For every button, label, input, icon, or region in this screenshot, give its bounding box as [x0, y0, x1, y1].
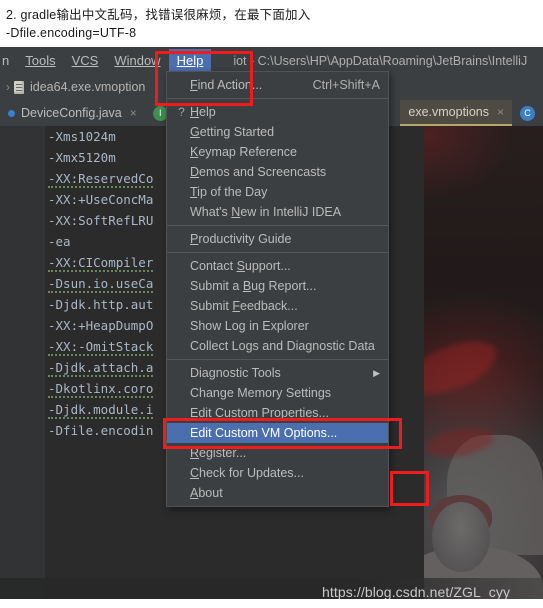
- breadcrumb-file-label[interactable]: idea64.exe.vmoption: [30, 80, 145, 94]
- menu-item-label: Keymap Reference: [190, 145, 298, 159]
- menu-item-label: Getting Started: [190, 125, 275, 139]
- menu-item-demos-and-screencasts[interactable]: Demos and Screencasts: [167, 162, 388, 182]
- menu-item-submit-feedback[interactable]: Submit Feedback...: [167, 296, 388, 316]
- chevron-right-icon: ▶: [373, 368, 380, 378]
- menu-item-label: Edit Custom VM Options...: [190, 426, 338, 440]
- menubar-item-vcs[interactable]: VCS: [64, 49, 107, 73]
- menubar-label-4: Help: [176, 52, 204, 68]
- menu-item-getting-started[interactable]: Getting Started: [167, 122, 388, 142]
- menu-item-label: Diagnostic Tools: [190, 366, 281, 380]
- menubar-item-window[interactable]: Window: [106, 49, 168, 73]
- menu-item-label: Change Memory Settings: [190, 386, 332, 400]
- menu-item-label: Contact Support...: [190, 259, 291, 273]
- menu-item-label: What's New in IntelliJ IDEA: [190, 205, 342, 219]
- article-text-block: 2. gradle输出中文乱码，找错误很麻烦，在最下面加入 -Dfile.enc…: [0, 0, 543, 47]
- main-menu-bar: n Tools VCS Window Help iot - C:\Users\H…: [0, 47, 543, 74]
- page-bottom-strip: [0, 599, 543, 608]
- help-dropdown-menu[interactable]: Find Action... Ctrl+Shift+A? Help Getting S…: [166, 71, 389, 507]
- menu-item-about[interactable]: About: [167, 483, 388, 503]
- tab-icon-class: C: [512, 100, 543, 126]
- menu-item-label: Submit a Bug Report...: [190, 279, 317, 293]
- menu-item-productivity-guide[interactable]: Productivity Guide: [167, 229, 388, 249]
- watermark-text: https://blog.csdn.net/ZGL_cyy: [322, 584, 511, 600]
- menu-item-label: Productivity Guide: [190, 232, 292, 246]
- menu-item-label: Find Action...: [190, 78, 263, 92]
- code-line-text: -XX:ReservedCo: [48, 171, 154, 188]
- menubar-label-3: Window: [114, 52, 161, 68]
- code-line-text: -Djdk.attach.a: [48, 360, 154, 377]
- menu-item-what-s-new-in-intellij-idea[interactable]: What's New in IntelliJ IDEA: [167, 202, 388, 222]
- menu-item-label: Register...: [190, 446, 247, 460]
- menu-item-contact-support[interactable]: Contact Support...: [167, 256, 388, 276]
- menu-separator: [167, 225, 388, 226]
- menu-separator: [167, 359, 388, 360]
- menubar-label-2: VCS: [71, 52, 99, 68]
- menu-item-label: About: [190, 486, 223, 500]
- code-line-text: -XX:CICompiler: [48, 255, 154, 272]
- menu-item-tip-of-the-day[interactable]: Tip of the Day: [167, 182, 388, 202]
- menu-item-diagnostic-tools[interactable]: Diagnostic Tools ▶: [167, 363, 388, 383]
- menu-item-check-for-updates[interactable]: Check for Updates...: [167, 463, 388, 483]
- menubar-item-tools[interactable]: Tools: [17, 49, 63, 73]
- menu-item-submit-a-bug-report[interactable]: Submit a Bug Report...: [167, 276, 388, 296]
- intellij-idea-window: n Tools VCS Window Help iot - C:\Users\H…: [0, 47, 543, 608]
- menubar-label-0: n: [2, 52, 10, 68]
- menu-item-label: Edit Custom Properties...: [190, 406, 329, 420]
- menu-item-edit-custom-vm-options[interactable]: Edit Custom VM Options...: [167, 423, 388, 443]
- menu-item-label: Demos and Screencasts: [190, 165, 327, 179]
- code-line-text: -Dkotlinx.coro: [48, 381, 154, 398]
- menubar-item-run-clipped[interactable]: n: [0, 49, 17, 73]
- menubar-label-1: Tools: [25, 52, 56, 68]
- wallpaper-head-shape: [432, 502, 490, 572]
- article-line-2: -Dfile.encoding=UTF-8: [6, 26, 137, 40]
- menu-item-label: Collect Logs and Diagnostic Data: [190, 339, 375, 353]
- menu-item-label: Show Log in Explorer: [190, 319, 309, 333]
- menu-item-collect-logs-and-diagnostic-data[interactable]: Collect Logs and Diagnostic Data: [167, 336, 388, 356]
- menu-separator: [167, 252, 388, 253]
- menu-item-label: Tip of the Day: [190, 185, 268, 199]
- editor-gutter: [0, 126, 45, 608]
- menu-item-keymap-reference[interactable]: Keymap Reference: [167, 142, 388, 162]
- tab-deviceconfig-java[interactable]: DeviceConfig.java ×: [0, 100, 145, 126]
- code-line-text: -XX:-OmitStack: [48, 339, 154, 356]
- modified-dot-icon: [8, 109, 15, 117]
- menu-item-edit-custom-properties[interactable]: Edit Custom Properties...: [167, 403, 388, 423]
- menu-item-shortcut: Ctrl+Shift+A: [312, 78, 380, 92]
- close-icon[interactable]: ×: [130, 106, 137, 120]
- window-title-path: iot - C:\Users\HP\AppData\Roaming\JetBra…: [233, 53, 528, 68]
- help-question-icon: ?: [178, 105, 185, 119]
- file-icon: [14, 80, 24, 94]
- tab-exe-vmoptions[interactable]: exe.vmoptions ×: [400, 100, 512, 126]
- code-line-text: -Djdk.module.i: [48, 402, 154, 419]
- code-line-text: -Dsun.io.useCa: [48, 276, 154, 293]
- menu-item-change-memory-settings[interactable]: Change Memory Settings: [167, 383, 388, 403]
- class-icon: C: [520, 105, 535, 121]
- menu-separator: [167, 98, 388, 99]
- tab-label-0: DeviceConfig.java: [21, 106, 122, 120]
- menu-item-register[interactable]: Register...: [167, 443, 388, 463]
- menu-item-label: Check for Updates...: [190, 466, 304, 480]
- article-line-1: 2. gradle输出中文乱码，找错误很麻烦，在最下面加入: [6, 8, 311, 22]
- menu-item-help[interactable]: ? Help: [167, 102, 388, 122]
- menu-item-find-action[interactable]: Find Action... Ctrl+Shift+A: [167, 75, 388, 95]
- tab-label-1: exe.vmoptions: [408, 105, 489, 119]
- menu-item-show-log-in-explorer[interactable]: Show Log in Explorer: [167, 316, 388, 336]
- menu-item-label: Submit Feedback...: [190, 299, 298, 313]
- menubar-item-help[interactable]: Help: [168, 48, 212, 73]
- close-icon[interactable]: ×: [497, 105, 504, 119]
- chevron-right-icon: ›: [6, 80, 10, 94]
- menu-item-label: Help: [190, 105, 216, 119]
